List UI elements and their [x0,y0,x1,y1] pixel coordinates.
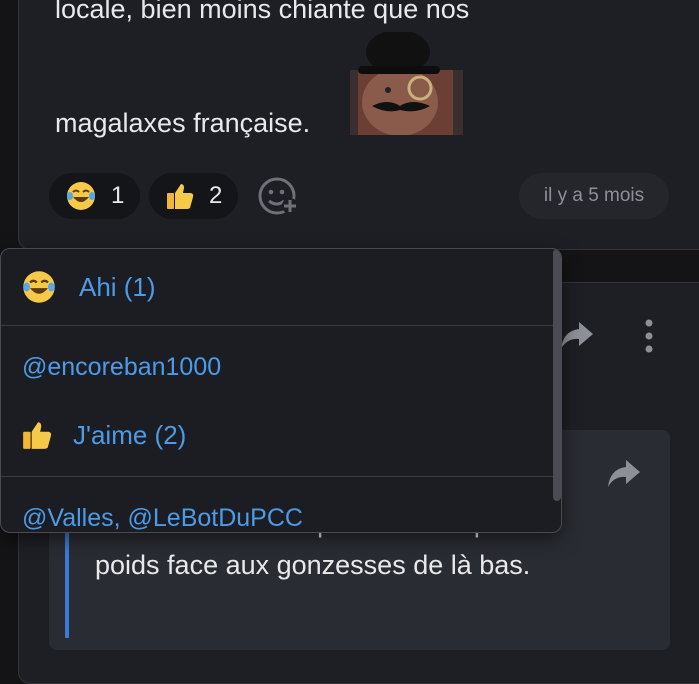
reaction-section-title: J'aime (2) [73,419,187,450]
reaction-users-laugh[interactable]: @encoreban1000 [22,353,221,382]
message-text-line-1: locale, bien moins chiante que nos [55,0,470,24]
reaction-section-title: Ahi (1) [79,271,156,302]
quote-text-line-2: poids face aux gonzesses de là bas. [95,550,531,580]
laughing-crying-emoji-icon [67,182,95,210]
bowler-hat-man-emote-icon [350,32,463,135]
reaction-section-laugh: Ahi (1) [1,269,561,305]
reaction-laugh-count: 1 [111,182,125,209]
message-text-line-2: magalaxes française. [55,108,311,138]
laughing-crying-emoji-icon [23,271,55,303]
reactions-popup: Ahi (1) @encoreban1000 J'aime (2) @Valle… [0,248,562,533]
thumbs-up-icon [23,422,52,449]
reaction-section-like: J'aime (2) [1,419,561,451]
reaction-laugh-chip[interactable]: 1 [49,173,141,219]
reaction-thumbs-count: 2 [209,182,223,209]
reaction-users-like[interactable]: @Valles, @LeBotDuPCC [22,504,303,532]
share-icon[interactable] [559,318,595,352]
more-options-icon[interactable] [640,318,658,354]
divider [1,476,553,477]
popup-scrollbar[interactable] [553,249,561,501]
quote-share-icon[interactable] [606,456,642,490]
thumbs-up-icon [167,184,194,209]
reaction-thumbs-chip[interactable]: 2 [149,173,239,219]
timestamp-badge: il y a 5 mois [519,173,669,219]
add-reaction-icon[interactable] [257,174,301,218]
divider [1,325,553,326]
